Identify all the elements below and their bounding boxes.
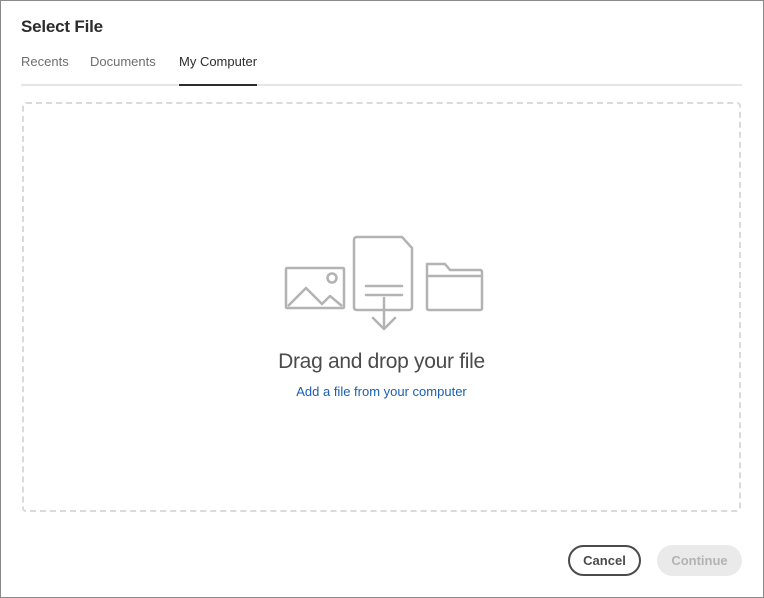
continue-button[interactable]: Continue xyxy=(657,545,742,576)
file-drop-zone[interactable]: Drag and drop your file Add a file from … xyxy=(22,102,741,512)
drop-heading: Drag and drop your file xyxy=(278,350,485,373)
tab-bar: Recents Documents My Computer xyxy=(21,53,742,86)
cancel-button[interactable]: Cancel xyxy=(568,545,641,576)
add-file-link-label[interactable]: Add a file from your computer xyxy=(296,384,467,399)
image-icon xyxy=(284,266,346,310)
dialog-title: Select File xyxy=(21,17,103,36)
add-file-link[interactable]: Add a file from your computer xyxy=(24,384,739,399)
folder-icon xyxy=(425,262,484,312)
tab-recents[interactable]: Recents xyxy=(21,53,69,86)
upload-illustration xyxy=(284,235,484,331)
tab-documents[interactable]: Documents xyxy=(90,53,156,86)
document-download-icon xyxy=(352,235,414,331)
tab-my-computer[interactable]: My Computer xyxy=(179,53,258,86)
select-file-dialog: Select File Recents Documents My Compute… xyxy=(0,0,764,598)
